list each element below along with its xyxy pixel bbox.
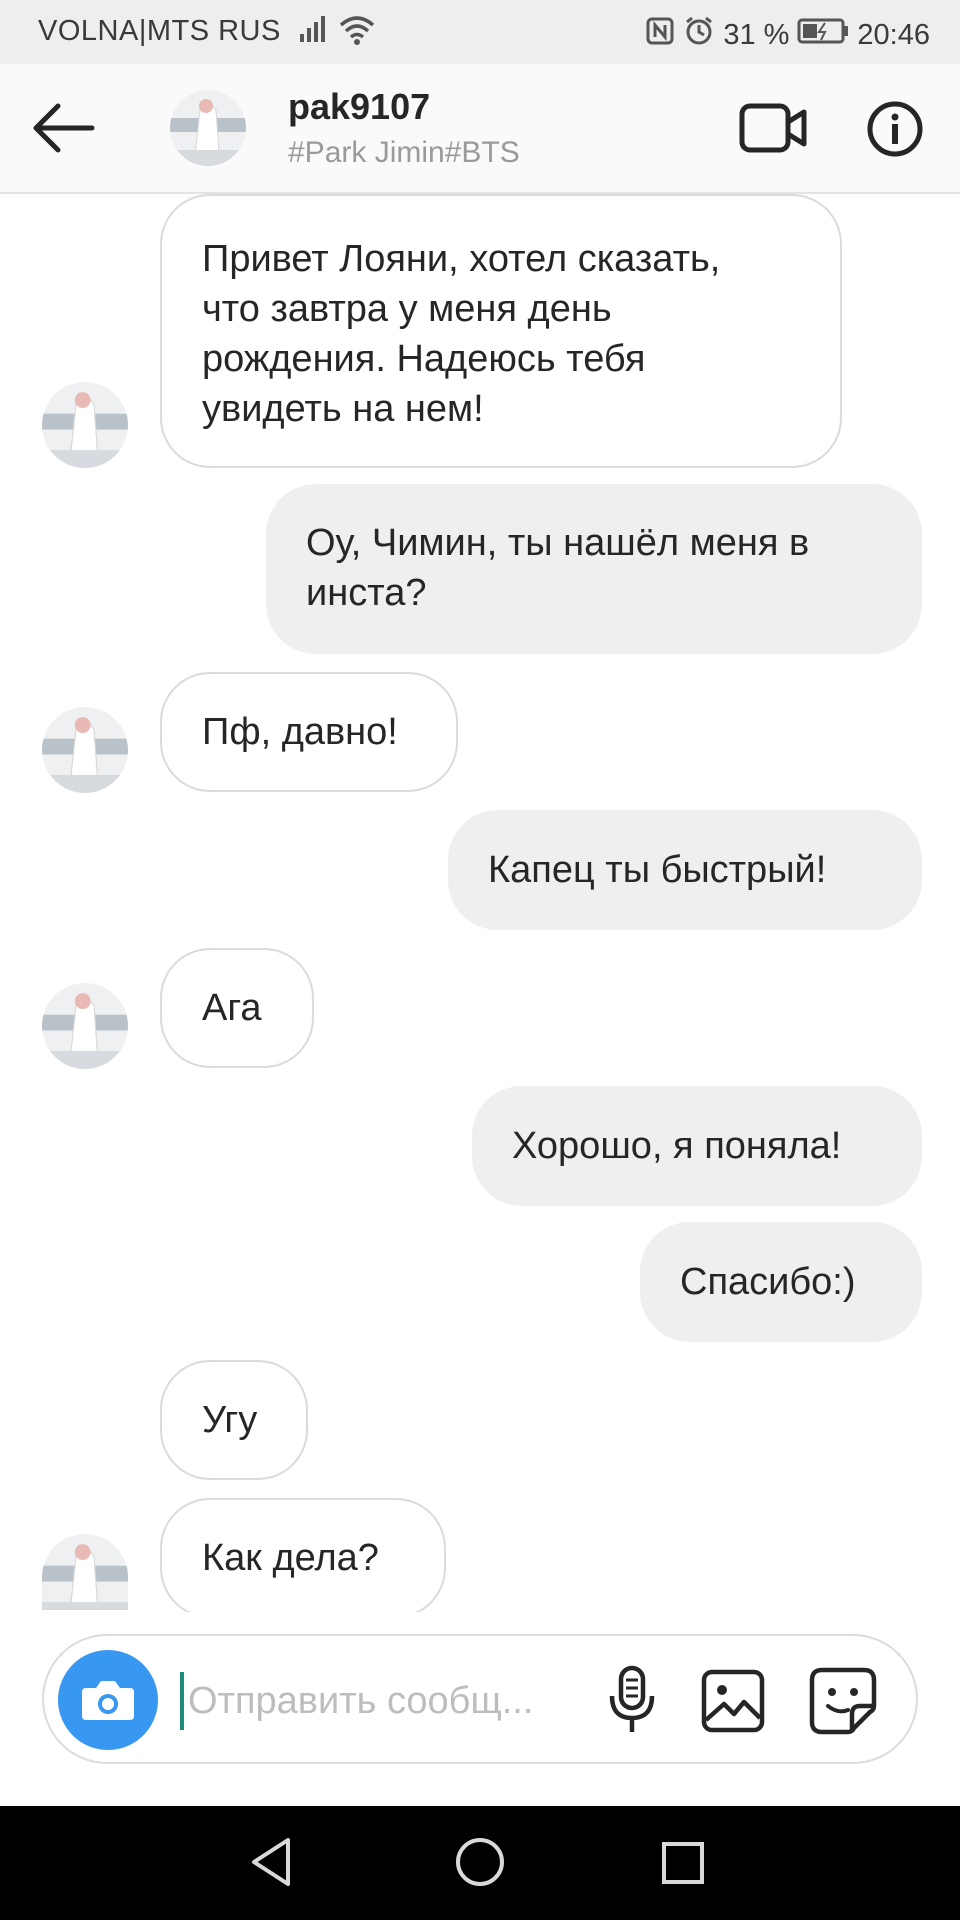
message-line: Угу: [202, 1399, 258, 1441]
status-right: 31 % 20:46: [645, 15, 930, 55]
info-button[interactable]: [866, 100, 924, 158]
sender-avatar[interactable]: [42, 1534, 128, 1610]
message-bubble-incoming[interactable]: Угу: [160, 1360, 308, 1480]
header-avatar[interactable]: [170, 90, 246, 166]
system-nav-bar: [0, 1806, 960, 1920]
battery-percent: 31 %: [723, 18, 790, 51]
image-icon: [701, 1669, 765, 1733]
message-line: Спасибо:): [680, 1261, 856, 1303]
message-bubble-outgoing[interactable]: Оу, Чимин, ты нашёл меня в инста?: [266, 484, 922, 654]
nfc-icon: [645, 16, 675, 54]
battery-icon: [797, 17, 849, 53]
chat-header: pak9107 #Park Jimin#BTS: [0, 64, 960, 194]
nav-home-button[interactable]: [452, 1834, 508, 1895]
sticker-icon: [809, 1667, 877, 1735]
message-composer: [42, 1634, 918, 1764]
chat-username[interactable]: pak9107: [288, 86, 430, 128]
message-line: Ага: [202, 987, 262, 1029]
chat-subtitle: #Park Jimin#BTS: [288, 136, 520, 169]
message-line: рождения. Надеюсь тебя: [202, 338, 646, 380]
info-icon: [867, 101, 923, 157]
back-button[interactable]: [28, 100, 98, 156]
wifi-icon: [338, 14, 376, 54]
gallery-button[interactable]: [700, 1668, 766, 1734]
sticker-button[interactable]: [808, 1666, 878, 1736]
message-bubble-outgoing[interactable]: Хорошо, я поняла!: [472, 1086, 922, 1206]
nav-recents-button[interactable]: [660, 1840, 706, 1891]
message-bubble-outgoing[interactable]: Капец ты быстрый!: [448, 810, 922, 930]
square-recents-icon: [662, 1842, 704, 1884]
camera-button[interactable]: [58, 1650, 158, 1750]
sender-avatar[interactable]: [42, 382, 128, 468]
message-bubble-outgoing[interactable]: Спасибо:): [640, 1222, 922, 1342]
circle-home-icon: [456, 1838, 504, 1886]
message-input[interactable]: [180, 1672, 620, 1730]
video-camera-icon: [739, 103, 807, 153]
message-bubble-incoming[interactable]: Привет Лояни, хотел сказать, что завтра …: [160, 194, 842, 468]
message-line: инста?: [306, 572, 427, 614]
message-line: увидеть на нем!: [202, 388, 484, 430]
clock: 20:46: [857, 18, 930, 51]
message-list-fade: [0, 1612, 960, 1634]
message-line: Как дела?: [202, 1537, 379, 1579]
message-line: что завтра у меня день: [202, 288, 612, 330]
nav-back-button[interactable]: [248, 1836, 294, 1893]
microphone-icon: [609, 1665, 655, 1732]
video-call-button[interactable]: [738, 100, 808, 156]
camera-icon: [82, 1681, 134, 1720]
voice-message-button[interactable]: [602, 1664, 662, 1736]
message-bubble-incoming[interactable]: Пф, давно!: [160, 672, 458, 792]
message-line: Капец ты быстрый!: [488, 849, 827, 891]
dm-screen: VOLNA|MTS RUS 31 % 20:46 pak9107 #Park J…: [0, 0, 960, 1920]
sender-avatar[interactable]: [42, 707, 128, 793]
message-bubble-incoming[interactable]: Как дела?: [160, 1498, 446, 1618]
sender-avatar[interactable]: [42, 983, 128, 1069]
message-line: Хорошо, я поняла!: [512, 1125, 842, 1167]
alarm-icon: [683, 15, 715, 55]
message-line: Привет Лояни, хотел сказать,: [202, 238, 721, 280]
message-line: Оу, Чимин, ты нашёл меня в: [306, 522, 810, 564]
arrow-left-icon: [33, 103, 95, 153]
signal-icon: [298, 14, 328, 52]
message-bubble-incoming[interactable]: Ага: [160, 948, 314, 1068]
triangle-back-icon: [252, 1838, 290, 1886]
carrier-label: VOLNA|MTS RUS: [38, 15, 281, 47]
message-line: Пф, давно!: [202, 711, 398, 753]
status-bar: VOLNA|MTS RUS 31 % 20:46: [0, 0, 960, 64]
